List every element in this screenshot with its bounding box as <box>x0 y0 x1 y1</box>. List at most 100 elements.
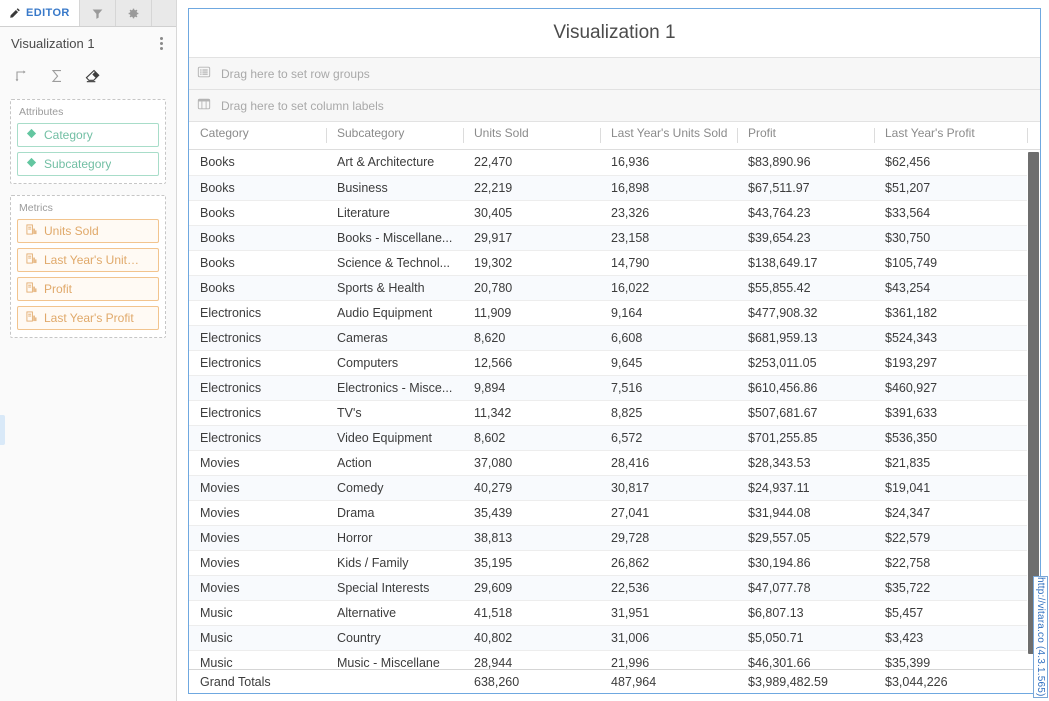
cell-units-sold: 22,470 <box>463 150 600 175</box>
tab-editor[interactable]: EDITOR <box>0 0 80 26</box>
row-groups-icon <box>197 65 211 82</box>
cell-category: Music <box>189 650 326 669</box>
attributes-dropzone[interactable]: Attributes Category Subcategory <box>10 99 166 184</box>
table-row[interactable]: BooksLiterature30,40523,326$43,764.23$33… <box>189 200 1040 225</box>
metric-pill-last-years-profit[interactable]: Last Year's Profit <box>17 306 159 330</box>
cell-profit: $30,194.86 <box>737 550 874 575</box>
eraser-icon[interactable] <box>84 68 101 84</box>
metric-bars-icon <box>26 282 37 296</box>
sigma-sum-icon[interactable] <box>49 68 65 84</box>
metrics-dropzone[interactable]: Metrics Units Sold Last Year's Unit… Pro… <box>10 195 166 338</box>
cell-last-years-units-sold: 21,996 <box>600 650 737 669</box>
cell-last-years-profit: $391,633 <box>874 400 1027 425</box>
tab-filter[interactable] <box>80 0 116 26</box>
table-row[interactable]: ElectronicsElectronics - Misce...9,8947,… <box>189 375 1040 400</box>
cell-last-years-units-sold: 28,416 <box>600 450 737 475</box>
cell-last-years-profit: $35,722 <box>874 575 1027 600</box>
tab-settings[interactable] <box>116 0 152 26</box>
cell-category: Electronics <box>189 375 326 400</box>
cell-profit: $477,908.32 <box>737 300 874 325</box>
attribute-pill-category[interactable]: Category <box>17 123 159 147</box>
cell-category: Movies <box>189 450 326 475</box>
cell-subcategory: Electronics - Misce... <box>326 375 463 400</box>
column-header-category[interactable]: Category <box>189 122 326 150</box>
cell-profit: $6,807.13 <box>737 600 874 625</box>
cell-last-years-profit: $35,399 <box>874 650 1027 669</box>
table-row[interactable]: MusicCountry40,80231,006$5,050.71$3,423 <box>189 625 1040 650</box>
cell-subcategory: Horror <box>326 525 463 550</box>
cell-category: Movies <box>189 525 326 550</box>
cell-profit: $681,959.13 <box>737 325 874 350</box>
totals-last-years-units-sold: 487,964 <box>600 675 737 689</box>
vendor-watermark[interactable]: http://vitara.co (4.3.1.565) <box>1033 576 1048 698</box>
table-row[interactable]: ElectronicsCameras8,6206,608$681,959.13$… <box>189 325 1040 350</box>
cell-subcategory: Special Interests <box>326 575 463 600</box>
table-row[interactable]: BooksArt & Architecture22,47016,936$83,8… <box>189 150 1040 175</box>
panel-resize-handle[interactable] <box>0 415 5 445</box>
cell-units-sold: 28,944 <box>463 650 600 669</box>
metric-pill-units-sold[interactable]: Units Sold <box>17 219 159 243</box>
attribute-diamond-icon <box>26 157 37 171</box>
column-header-profit[interactable]: Profit <box>737 122 874 150</box>
cell-last-years-profit: $19,041 <box>874 475 1027 500</box>
row-groups-dropzone[interactable]: Drag here to set row groups <box>189 57 1040 89</box>
table-row[interactable]: BooksScience & Technol...19,30214,790$13… <box>189 250 1040 275</box>
totals-label: Grand Totals <box>189 675 326 689</box>
table-row[interactable]: BooksSports & Health20,78016,022$55,855.… <box>189 275 1040 300</box>
table-row[interactable]: MoviesAction37,08028,416$28,343.53$21,83… <box>189 450 1040 475</box>
column-header-units-sold[interactable]: Units Sold <box>463 122 600 150</box>
grid-body-table: BooksArt & Architecture22,47016,936$83,8… <box>189 150 1040 669</box>
metric-pill-label: Last Year's Profit <box>44 311 134 325</box>
table-row[interactable]: MoviesSpecial Interests29,60922,536$47,0… <box>189 575 1040 600</box>
table-row[interactable]: ElectronicsComputers12,5669,645$253,011.… <box>189 350 1040 375</box>
cell-category: Books <box>189 250 326 275</box>
cell-units-sold: 29,609 <box>463 575 600 600</box>
cell-category: Music <box>189 600 326 625</box>
data-grid: Category Subcategory Units Sold Last Yea… <box>189 121 1040 694</box>
cell-units-sold: 40,802 <box>463 625 600 650</box>
table-row[interactable]: BooksBooks - Miscellane...29,91723,158$3… <box>189 225 1040 250</box>
attribute-pill-subcategory[interactable]: Subcategory <box>17 152 159 176</box>
table-row[interactable]: MusicMusic - Miscellane28,94421,996$46,3… <box>189 650 1040 669</box>
cell-units-sold: 20,780 <box>463 275 600 300</box>
column-header-subcategory[interactable]: Subcategory <box>326 122 463 150</box>
cell-last-years-units-sold: 7,516 <box>600 375 737 400</box>
table-row[interactable]: MoviesKids / Family35,19526,862$30,194.8… <box>189 550 1040 575</box>
table-row[interactable]: ElectronicsAudio Equipment11,9099,164$47… <box>189 300 1040 325</box>
table-row[interactable]: MoviesDrama35,43927,041$31,944.08$24,347 <box>189 500 1040 525</box>
row-groups-placeholder: Drag here to set row groups <box>221 67 370 81</box>
cell-category: Books <box>189 225 326 250</box>
table-row[interactable]: BooksBusiness22,21916,898$67,511.97$51,2… <box>189 175 1040 200</box>
cell-last-years-units-sold: 9,164 <box>600 300 737 325</box>
cell-last-years-units-sold: 9,645 <box>600 350 737 375</box>
cell-units-sold: 37,080 <box>463 450 600 475</box>
cell-last-years-profit: $536,350 <box>874 425 1027 450</box>
cell-last-years-units-sold: 6,608 <box>600 325 737 350</box>
cell-subcategory: TV's <box>326 400 463 425</box>
cell-last-years-profit: $5,457 <box>874 600 1027 625</box>
grand-totals-row: Grand Totals 638,260 487,964 $3,989,482.… <box>189 669 1041 694</box>
cell-units-sold: 19,302 <box>463 250 600 275</box>
cell-units-sold: 41,518 <box>463 600 600 625</box>
metric-pill-last-years-units[interactable]: Last Year's Unit… <box>17 248 159 272</box>
table-row[interactable]: ElectronicsVideo Equipment8,6026,572$701… <box>189 425 1040 450</box>
more-options-icon[interactable] <box>152 37 170 50</box>
cell-category: Electronics <box>189 325 326 350</box>
gear-icon <box>127 7 140 20</box>
metric-bars-icon <box>26 224 37 238</box>
cell-units-sold: 8,620 <box>463 325 600 350</box>
visualization-title: Visualization 1 <box>189 9 1040 57</box>
cell-subcategory: Country <box>326 625 463 650</box>
column-header-last-years-units-sold[interactable]: Last Year's Units Sold <box>600 122 737 150</box>
table-row[interactable]: MusicAlternative41,51831,951$6,807.13$5,… <box>189 600 1040 625</box>
cell-last-years-units-sold: 16,022 <box>600 275 737 300</box>
table-row[interactable]: MoviesComedy40,27930,817$24,937.11$19,04… <box>189 475 1040 500</box>
metric-pill-profit[interactable]: Profit <box>17 277 159 301</box>
table-row[interactable]: MoviesHorror38,81329,728$29,557.05$22,57… <box>189 525 1040 550</box>
column-header-last-years-profit[interactable]: Last Year's Profit <box>874 122 1027 150</box>
column-labels-dropzone[interactable]: Drag here to set column labels <box>189 89 1040 121</box>
swap-axes-icon[interactable] <box>14 68 30 84</box>
cell-units-sold: 11,342 <box>463 400 600 425</box>
table-row[interactable]: ElectronicsTV's11,3428,825$507,681.67$39… <box>189 400 1040 425</box>
cell-last-years-profit: $105,749 <box>874 250 1027 275</box>
